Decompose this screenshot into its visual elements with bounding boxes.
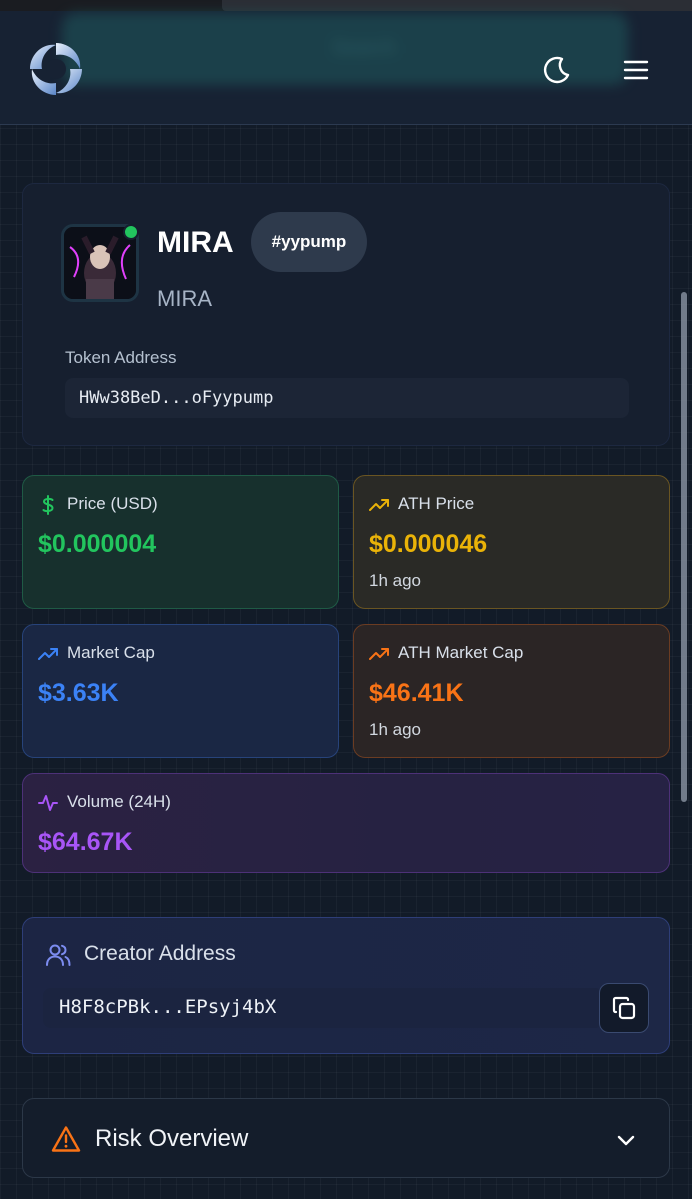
market-cap-label: Market Cap [67, 643, 155, 662]
users-icon [46, 944, 71, 966]
copy-icon [612, 996, 636, 1020]
copy-address-button[interactable] [599, 983, 649, 1033]
market-cap-value: $3.63K [38, 679, 119, 707]
trending-up-icon [369, 648, 389, 660]
token-name: MIRA [157, 226, 234, 259]
token-address-label: Token Address [65, 348, 177, 367]
dollar-icon [42, 495, 54, 515]
chevron-down-icon[interactable] [615, 1129, 637, 1151]
volume-24h-value: $64.67K [38, 828, 133, 856]
creator-address-value[interactable]: H8F8cPBk...EPsyj4bX [43, 988, 603, 1028]
app-header: Search [0, 11, 692, 125]
ath-price-value: $0.000046 [369, 530, 488, 558]
token-symbol: MIRA [157, 286, 212, 311]
price-usd-value: $0.000004 [38, 530, 157, 558]
hamburger-menu-icon[interactable] [620, 55, 652, 85]
trending-up-icon [38, 648, 58, 660]
market-cap-card: Market Cap $3.63K [22, 624, 339, 758]
online-status-dot [123, 224, 139, 240]
browser-chrome-strip [0, 0, 692, 11]
risk-overview-accordion[interactable]: Risk Overview [22, 1098, 670, 1178]
moon-icon[interactable] [540, 53, 574, 87]
ath-market-cap-time: 1h ago [369, 720, 421, 739]
volume-24h-card: Volume (24H) $64.67K [22, 773, 670, 873]
warning-triangle-icon [51, 1126, 81, 1152]
token-info-card: MIRA #yypump MIRA Token Address HWw38BeD… [22, 183, 670, 446]
trending-up-icon [369, 499, 389, 511]
ath-market-cap-label: ATH Market Cap [398, 643, 524, 662]
ath-price-card: ATH Price $0.000046 1h ago [353, 475, 670, 609]
risk-overview-title: Risk Overview [95, 1125, 249, 1152]
swirl-logo-icon[interactable] [26, 39, 86, 99]
creator-address-card: Creator Address H8F8cPBk...EPsyj4bX [22, 917, 670, 1054]
search-placeholder: Search [332, 37, 396, 59]
page-scrollbar[interactable] [681, 292, 687, 802]
price-usd-label: Price (USD) [67, 494, 158, 513]
price-usd-card: Price (USD) $0.000004 [22, 475, 339, 609]
volume-24h-label: Volume (24H) [67, 792, 171, 811]
token-address-value[interactable]: HWw38BeD...oFyypump [65, 378, 629, 418]
ath-price-label: ATH Price [398, 494, 475, 513]
token-tag-badge[interactable]: #yypump [251, 212, 367, 272]
activity-icon [38, 795, 58, 811]
ath-market-cap-value: $46.41K [369, 679, 464, 707]
ath-market-cap-card: ATH Market Cap $46.41K 1h ago [353, 624, 670, 758]
ath-price-time: 1h ago [369, 571, 421, 590]
creator-address-title: Creator Address [84, 942, 236, 965]
browser-tab [222, 0, 692, 11]
